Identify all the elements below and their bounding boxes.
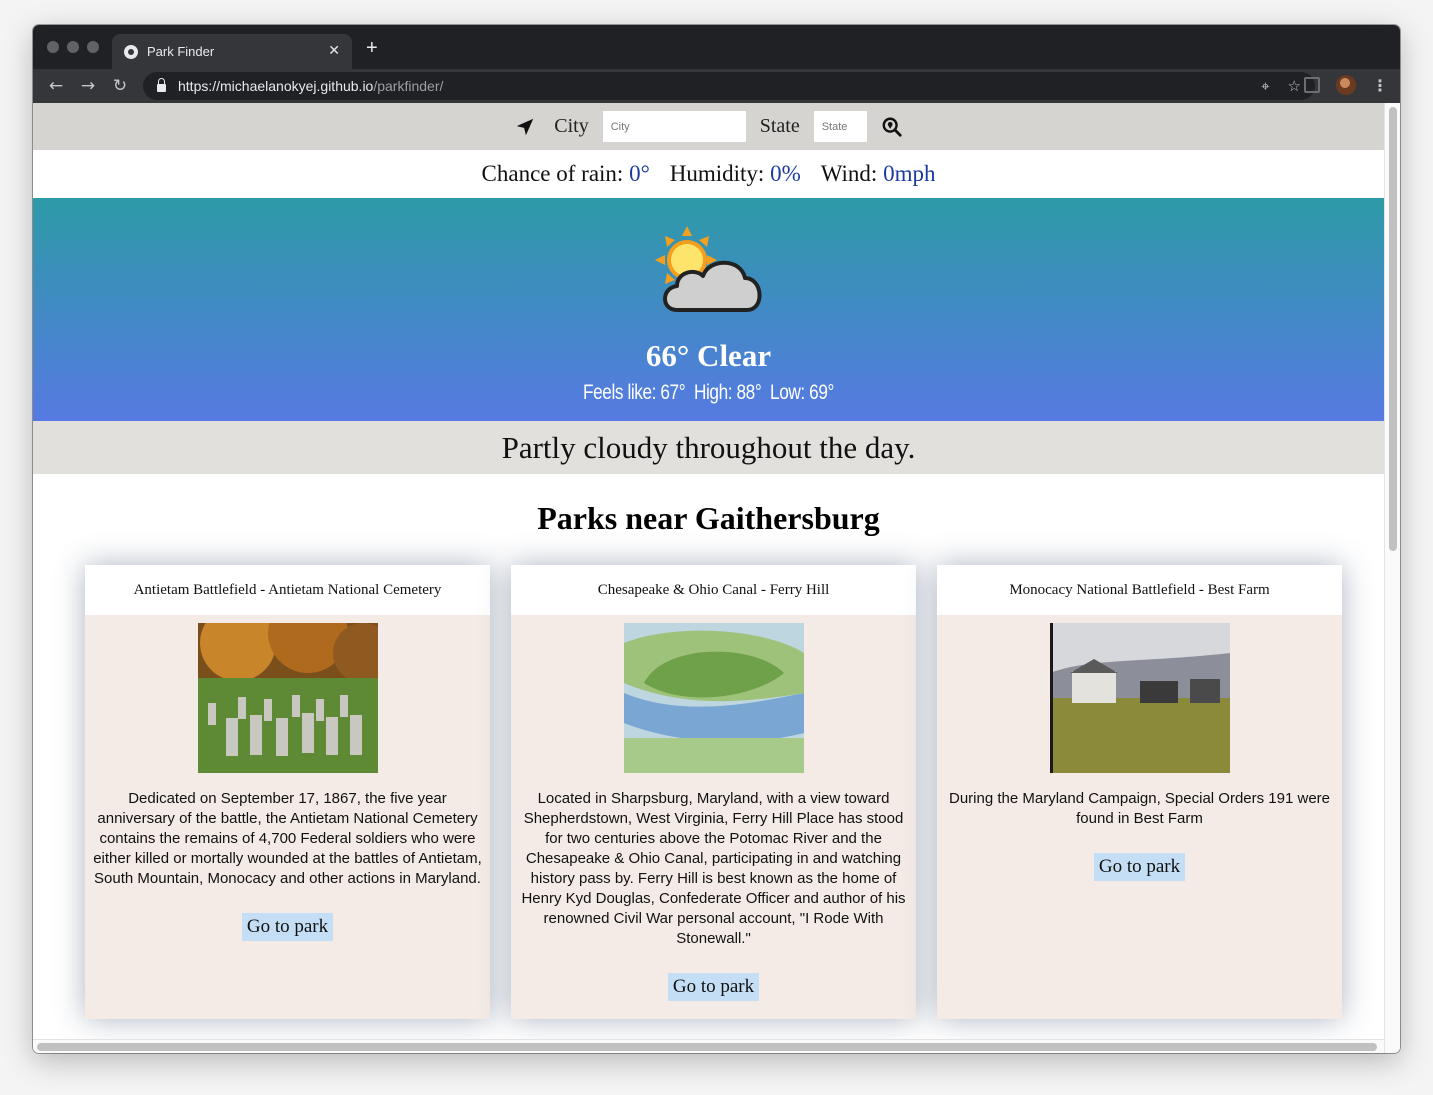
park-name: Chesapeake & Ohio Canal - Ferry Hill: [511, 565, 916, 615]
wind-label: Wind:: [820, 161, 878, 186]
humidity: Humidity: 0%: [670, 161, 801, 187]
horizontal-scrollbar[interactable]: [33, 1039, 1384, 1053]
vertical-scroll-thumb[interactable]: [1389, 107, 1397, 551]
back-arrow-icon[interactable]: ←: [40, 76, 72, 96]
rain-chance: Chance of rain: 0°: [482, 161, 650, 187]
tab-close-icon[interactable]: ✕: [328, 42, 340, 59]
park-cards: Antietam Battlefield - Antietam National…: [85, 565, 1342, 1019]
temperature-headline: 66° Clear: [645, 338, 772, 373]
browser-toolbar: ← → ↻ https://michaelanokyej.github.io/p…: [33, 69, 1400, 103]
new-tab-button[interactable]: +: [366, 37, 378, 60]
wind-value: 0mph: [883, 161, 936, 186]
weather-conditions: Chance of rain: 0° Humidity: 0% Wind: 0m…: [33, 150, 1384, 198]
toolbar-right: ⋮: [1304, 75, 1388, 95]
go-to-park-button[interactable]: Go to park: [667, 973, 760, 1001]
park-card: Antietam Battlefield - Antietam National…: [85, 565, 490, 1019]
lock-icon: [157, 78, 166, 92]
weather-summary: Partly cloudy throughout the day.: [33, 421, 1384, 474]
location-search-bar: City State: [33, 103, 1384, 150]
window-controls: [47, 41, 99, 53]
park-description: Located in Sharpsburg, Maryland, with a …: [521, 790, 906, 947]
park-card: Monocacy National Battlefield - Best Far…: [937, 565, 1342, 1019]
rain-value: 0°: [629, 161, 650, 186]
park-name: Antietam Battlefield - Antietam National…: [85, 565, 490, 615]
parks-heading: Parks near Gaithersburg: [537, 500, 880, 536]
go-to-park-button[interactable]: Go to park: [1093, 853, 1186, 881]
location-arrow-icon[interactable]: [514, 116, 536, 138]
profile-avatar[interactable]: [1336, 75, 1356, 95]
horizontal-scroll-thumb[interactable]: [37, 1043, 1377, 1051]
minimize-window-button[interactable]: [67, 41, 79, 53]
feels-like: Feels like: 67°: [583, 381, 686, 404]
wind: Wind: 0mph: [821, 161, 936, 187]
reload-icon[interactable]: ↻: [104, 76, 136, 96]
address-bar-icons: ⌖ ☆: [1261, 77, 1301, 95]
state-label: State: [759, 115, 800, 137]
partly-cloudy-icon: [655, 226, 762, 312]
park-image: [197, 623, 378, 773]
humidity-label: Humidity:: [669, 161, 765, 186]
location-target-icon[interactable]: ⌖: [1261, 77, 1269, 95]
city-input[interactable]: [602, 111, 746, 142]
tab-park-finder[interactable]: Park Finder ✕: [112, 34, 352, 69]
humidity-value: 0%: [770, 161, 801, 186]
search-location-icon[interactable]: [881, 116, 903, 138]
browser-menu-icon[interactable]: ⋮: [1372, 76, 1388, 95]
go-to-park-button[interactable]: Go to park: [241, 913, 334, 941]
close-window-button[interactable]: [47, 41, 59, 53]
maximize-window-button[interactable]: [87, 41, 99, 53]
tab-title: Park Finder: [147, 44, 215, 59]
forward-arrow-icon[interactable]: →: [72, 76, 104, 96]
address-bar[interactable]: https://michaelanokyej.github.io/parkfin…: [143, 72, 1315, 100]
park-name: Monocacy National Battlefield - Best Far…: [937, 565, 1342, 615]
city-label: City: [554, 115, 589, 137]
bookmark-star-icon[interactable]: ☆: [1288, 77, 1301, 95]
park-description: During the Maryland Campaign, Special Or…: [948, 790, 1331, 827]
low-temp: Low: 69°: [770, 381, 834, 404]
weather-panel: 66° Clear Feels like: 67° High: 88° Low:…: [33, 198, 1384, 421]
url-host: https://michaelanokyej.github.io: [178, 78, 374, 94]
park-card: Chesapeake & Ohio Canal - Ferry Hill Loc…: [511, 565, 916, 1019]
park-image: [1049, 623, 1230, 773]
url-path: /parkfinder/: [373, 78, 444, 94]
high-temp: High: 88°: [693, 381, 762, 404]
park-description: Dedicated on September 17, 1867, the fiv…: [93, 790, 482, 887]
rain-label: Chance of rain:: [481, 161, 624, 186]
browser-window: Park Finder ✕ + ← → ↻ https://michaelano…: [33, 25, 1400, 1053]
extension-icon[interactable]: [1304, 77, 1320, 93]
state-input[interactable]: [813, 111, 867, 142]
globe-icon: [124, 44, 138, 59]
park-image: [623, 623, 804, 773]
page-viewport: City State Chance of rain: 0° Humidity: …: [33, 103, 1384, 1053]
tab-strip: Park Finder ✕ +: [33, 25, 1400, 69]
vertical-scrollbar[interactable]: [1384, 103, 1400, 1053]
temperature-details: Feels like: 67° High: 88° Low: 69°: [155, 381, 1263, 405]
